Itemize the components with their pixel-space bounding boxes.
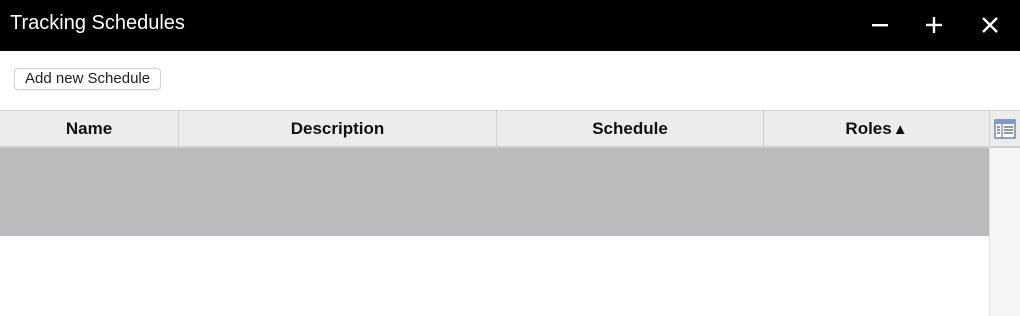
grid-body	[0, 148, 989, 316]
column-header-schedule-label: Schedule	[592, 119, 668, 138]
column-header-name[interactable]: Name	[0, 111, 179, 147]
toolbar: Add new Schedule	[0, 51, 1020, 110]
minus-icon	[872, 24, 888, 27]
column-header-name-label: Name	[65, 119, 113, 138]
column-header-description[interactable]: Description	[179, 111, 497, 147]
maximize-button[interactable]	[919, 10, 949, 40]
close-button[interactable]	[975, 10, 1005, 40]
plus-icon	[926, 17, 942, 33]
column-header-roles-label: Roles	[845, 119, 892, 138]
column-header-roles[interactable]: Roles ▲	[764, 111, 989, 147]
schedules-grid: Name Description Schedule Roles ▲	[0, 110, 1020, 316]
vertical-scrollbar[interactable]	[989, 148, 1020, 316]
close-icon	[982, 17, 998, 33]
tracking-schedules-window: Tracking Schedules Add new Schedule Name	[0, 0, 1020, 316]
column-chooser-button[interactable]	[989, 110, 1020, 148]
window-title: Tracking Schedules	[10, 12, 185, 34]
grid-header: Name Description Schedule Roles ▲	[0, 110, 989, 148]
sort-ascending-icon: ▲	[892, 120, 908, 138]
column-header-description-label: Description	[290, 119, 385, 138]
column-chooser-icon	[994, 118, 1016, 139]
table-row[interactable]	[0, 148, 989, 236]
column-header-schedule[interactable]: Schedule	[497, 111, 764, 147]
title-bar: Tracking Schedules	[0, 0, 1020, 51]
minimize-button[interactable]	[865, 10, 895, 40]
add-new-schedule-button[interactable]: Add new Schedule	[14, 68, 162, 90]
